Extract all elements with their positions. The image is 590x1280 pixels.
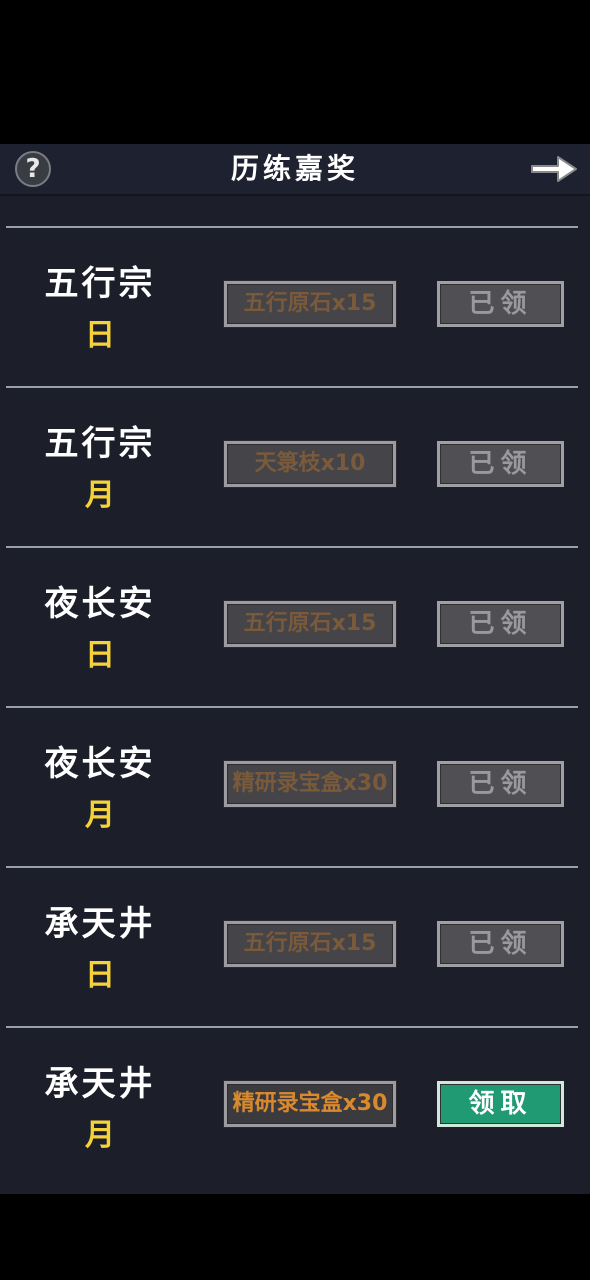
header-bar: ? 历练嘉奖 bbox=[0, 144, 590, 196]
period-label: 月 bbox=[85, 798, 115, 833]
divider bbox=[6, 386, 578, 388]
location-name: 夜长安 bbox=[44, 744, 156, 784]
claimed-button[interactable]: 已领 bbox=[437, 921, 564, 967]
list-item: 夜长安 日 五行原石x15 已领 bbox=[0, 546, 590, 706]
period-label: 日 bbox=[85, 318, 115, 353]
page-title: 历练嘉奖 bbox=[230, 152, 359, 185]
list-item: 五行宗 月 天箓枝x10 已领 bbox=[0, 386, 590, 546]
claimed-button[interactable]: 已领 bbox=[437, 761, 564, 807]
reward-item: 五行原石x15 bbox=[224, 281, 396, 327]
location-name: 承天井 bbox=[44, 904, 156, 944]
location-name: 五行宗 bbox=[44, 264, 156, 304]
list-item: 承天井 日 五行原石x15 已领 bbox=[0, 866, 590, 1026]
list-item: 五行宗 日 五行原石x15 已领 bbox=[0, 226, 590, 386]
claim-button[interactable]: 领取 bbox=[437, 1081, 564, 1127]
list-item: 承天井 月 精研录宝盒x30 领取 bbox=[0, 1026, 590, 1186]
period-label: 日 bbox=[85, 638, 115, 673]
reward-item: 五行原石x15 bbox=[224, 921, 396, 967]
location-name: 承天井 bbox=[44, 1064, 156, 1104]
arrow-right-icon[interactable] bbox=[528, 152, 580, 186]
claimed-button[interactable]: 已领 bbox=[437, 601, 564, 647]
location-name: 夜长安 bbox=[44, 584, 156, 624]
reward-item: 天箓枝x10 bbox=[224, 441, 396, 487]
divider bbox=[6, 866, 578, 868]
list-item: 夜长安 月 精研录宝盒x30 已领 bbox=[0, 706, 590, 866]
reward-item: 五行原石x15 bbox=[224, 601, 396, 647]
reward-item: 精研录宝盒x30 bbox=[224, 1081, 396, 1127]
period-label: 日 bbox=[85, 958, 115, 993]
claimed-button[interactable]: 已领 bbox=[437, 441, 564, 487]
divider bbox=[6, 226, 578, 228]
divider bbox=[6, 1026, 578, 1028]
period-label: 月 bbox=[85, 1118, 115, 1153]
reward-item: 精研录宝盒x30 bbox=[224, 761, 396, 807]
divider bbox=[6, 706, 578, 708]
reward-panel: ? 历练嘉奖 五行宗 日 五行原石x15 已领 五行宗 月 天箓枝x10 已领 … bbox=[0, 144, 590, 1194]
location-name: 五行宗 bbox=[44, 424, 156, 464]
claimed-button[interactable]: 已领 bbox=[437, 281, 564, 327]
period-label: 月 bbox=[85, 478, 115, 513]
divider bbox=[6, 546, 578, 548]
